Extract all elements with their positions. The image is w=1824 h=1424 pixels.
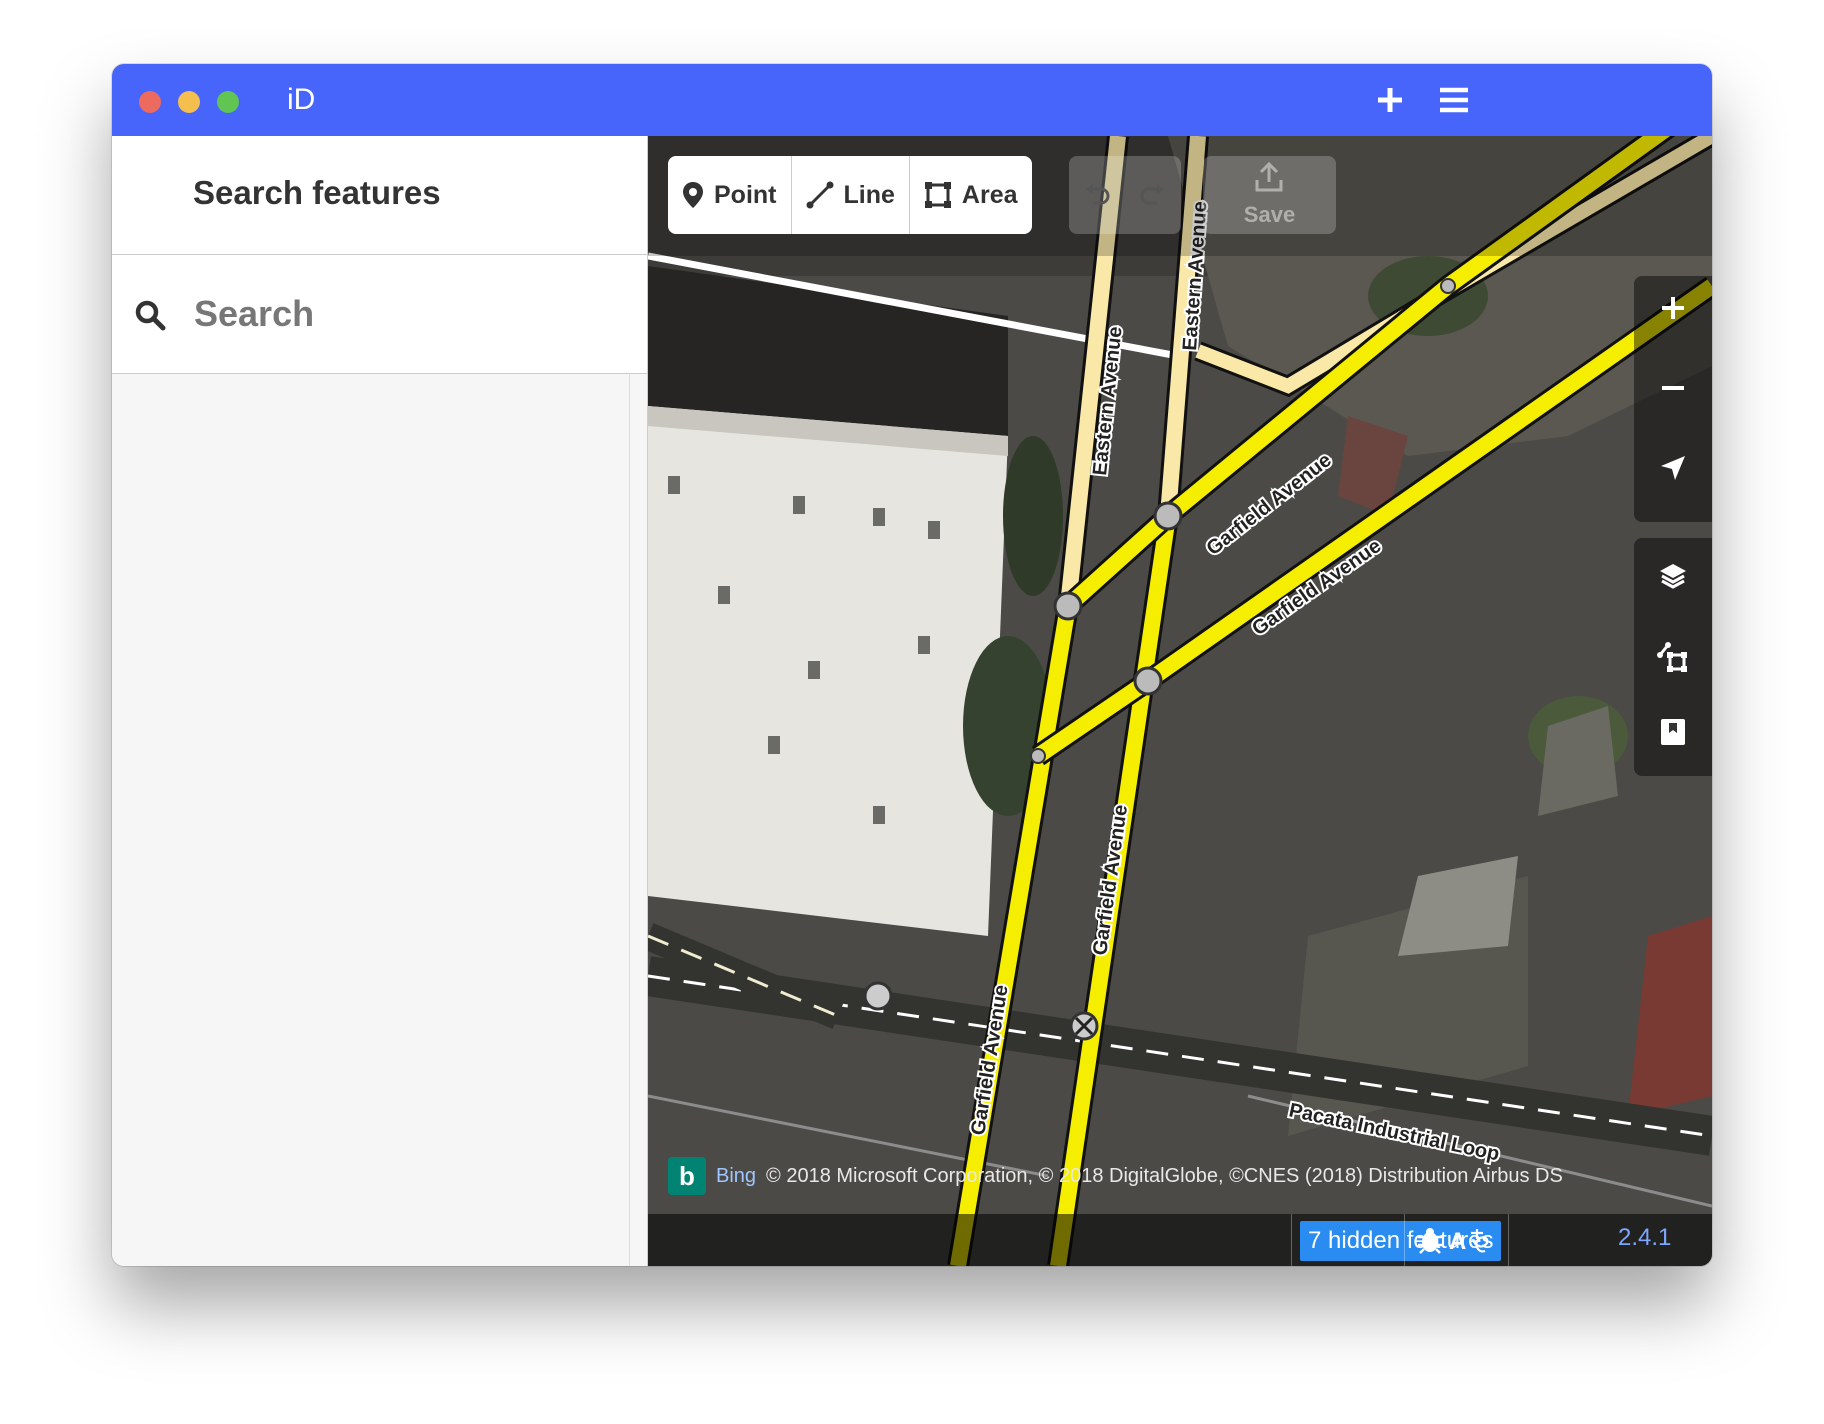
footer-tools: A xyxy=(1415,1220,1497,1260)
map-data-button[interactable] xyxy=(1651,634,1695,678)
satellite-map: Eastern Avenue Eastern Avenue Garfield A… xyxy=(648,136,1712,1266)
map-footer: 7 hidden features A 2.4.1 xyxy=(648,1214,1712,1266)
plus-icon xyxy=(1662,297,1684,319)
undo-redo-group xyxy=(1069,156,1181,234)
background-layers-button[interactable] xyxy=(1651,554,1695,598)
new-window-button[interactable] xyxy=(1368,78,1412,122)
attribution-text: © 2018 Microsoft Corporation, © 2018 Dig… xyxy=(766,1164,1563,1187)
map-panel-controls xyxy=(1634,538,1712,776)
area-label: Area xyxy=(961,180,1018,209)
version-link[interactable]: 2.4.1 xyxy=(1618,1224,1671,1252)
sidebar-scrollbar[interactable] xyxy=(629,374,630,1266)
map-data-icon xyxy=(1657,642,1687,672)
area-icon xyxy=(924,182,951,208)
title-bar: iD xyxy=(112,64,1712,136)
add-point-button[interactable]: Point xyxy=(668,156,792,234)
line-icon xyxy=(806,181,833,209)
minimize-window-button[interactable] xyxy=(178,91,200,113)
app-window: iD Search features Search Eastern Avenue… xyxy=(112,64,1712,1266)
zoom-out-button[interactable] xyxy=(1651,366,1695,410)
add-area-button[interactable]: Area xyxy=(910,156,1032,234)
draw-mode-group: Point Line Area xyxy=(668,156,1032,234)
help-button[interactable] xyxy=(1651,710,1695,754)
search-input[interactable] xyxy=(192,285,626,343)
upload-icon xyxy=(1255,161,1283,192)
redo-icon xyxy=(1140,184,1164,205)
close-window-button[interactable] xyxy=(139,91,161,113)
undo-button[interactable] xyxy=(1069,156,1125,234)
translate-icon[interactable]: A xyxy=(1449,1225,1497,1255)
sidebar-title: Search features xyxy=(193,174,441,211)
zoom-in-button[interactable] xyxy=(1651,286,1695,330)
save-label: Save xyxy=(1243,202,1296,227)
save-button[interactable]: Save xyxy=(1203,156,1336,234)
hamburger-icon xyxy=(1440,87,1468,113)
point-label: Point xyxy=(714,180,777,209)
location-arrow-icon xyxy=(1661,456,1685,480)
feature-search xyxy=(112,255,647,374)
top-toolbar: Point Line Area Save xyxy=(648,136,1712,256)
menu-button[interactable] xyxy=(1432,78,1476,122)
footer-divider xyxy=(1291,1214,1292,1266)
layers-icon xyxy=(1660,564,1686,589)
footer-divider xyxy=(1404,1214,1405,1266)
minus-icon xyxy=(1662,386,1684,390)
svg-text:A: A xyxy=(1449,1228,1466,1255)
zoom-controls xyxy=(1634,276,1712,522)
add-line-button[interactable]: Line xyxy=(792,156,910,234)
bing-logo: b xyxy=(668,1157,706,1195)
redo-button[interactable] xyxy=(1125,156,1181,234)
map-area[interactable]: Eastern Avenue Eastern Avenue Garfield A… xyxy=(648,136,1712,1266)
geolocate-button[interactable] xyxy=(1651,446,1695,490)
zoom-window-button[interactable] xyxy=(217,91,239,113)
bug-report-icon[interactable] xyxy=(1415,1225,1445,1255)
sidebar-header: Search features xyxy=(112,136,647,255)
imagery-attribution: b Bing © 2018 Microsoft Corporation, © 2… xyxy=(668,1156,1563,1196)
point-icon xyxy=(683,182,703,208)
search-icon xyxy=(135,300,166,331)
footer-divider xyxy=(1508,1214,1509,1266)
app-title: iD xyxy=(287,83,316,116)
line-label: Line xyxy=(843,180,895,209)
undo-icon xyxy=(1086,184,1110,205)
plus-icon xyxy=(1378,88,1402,112)
imagery-provider-link[interactable]: Bing xyxy=(716,1165,756,1188)
sidebar: Search features xyxy=(112,136,648,1266)
help-book-icon xyxy=(1661,719,1685,745)
